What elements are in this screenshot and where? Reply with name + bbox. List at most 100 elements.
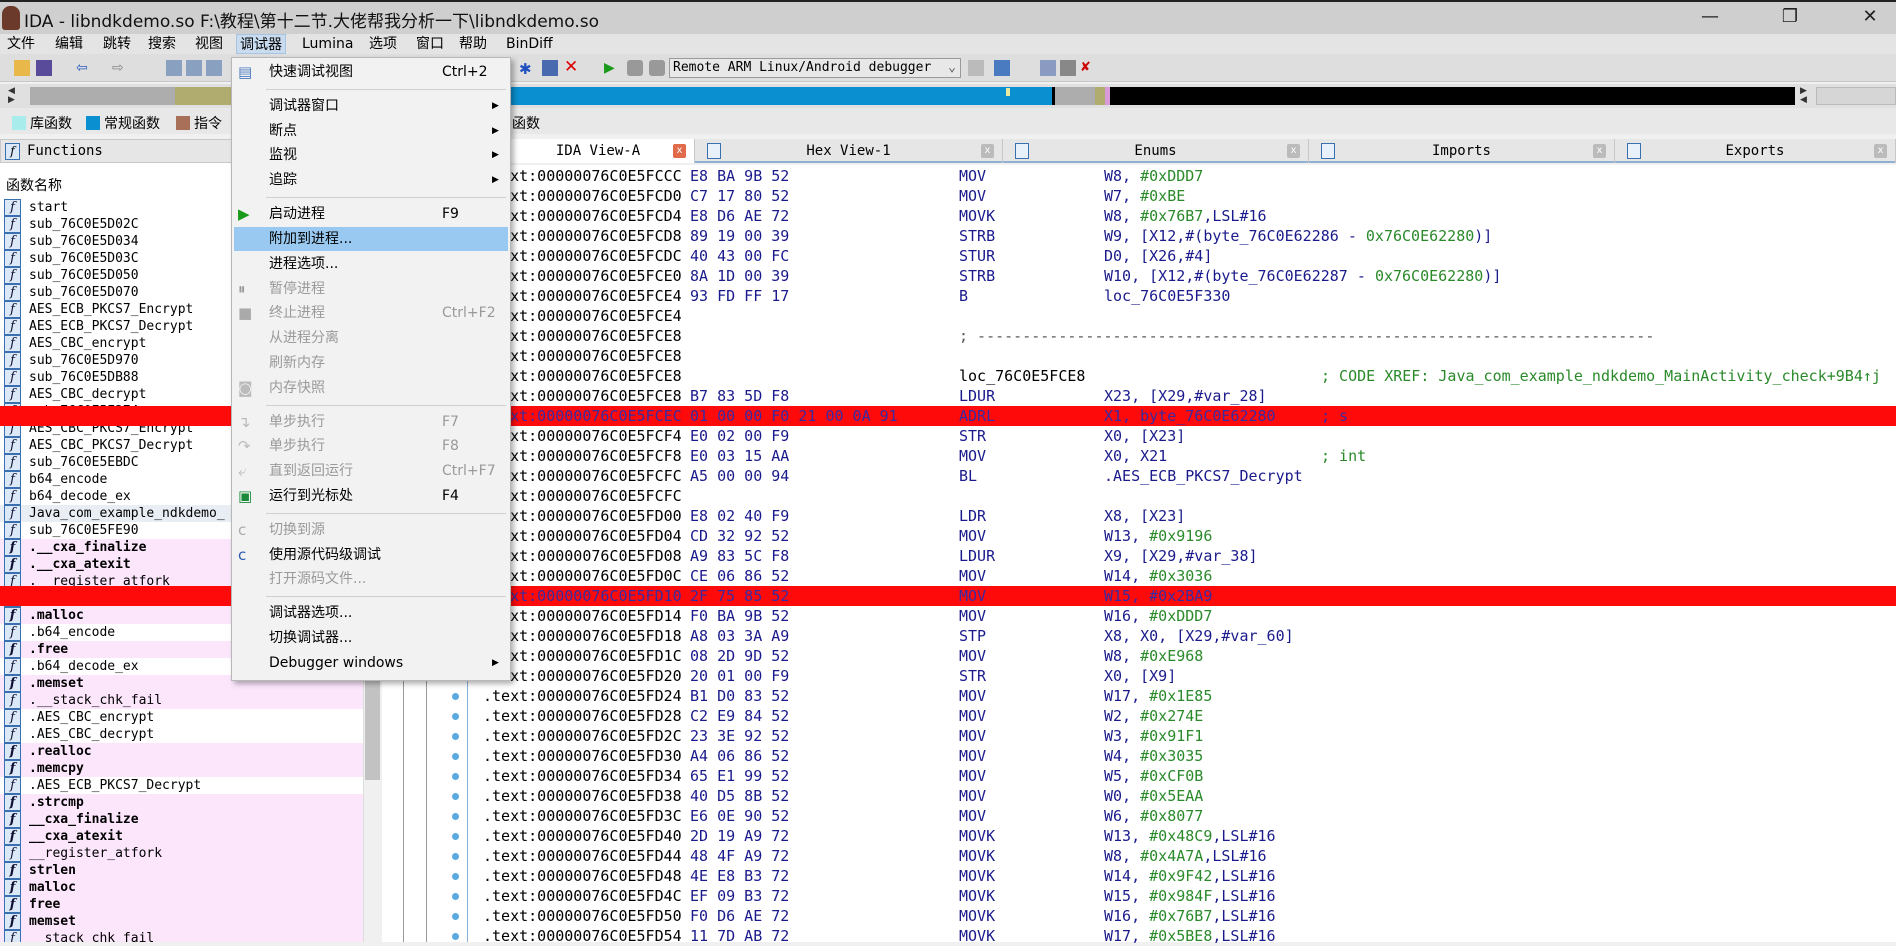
nav-right-arrows[interactable]: ▶ ◀ [1800,87,1810,105]
menu-9[interactable]: 帮助 [456,34,490,54]
code-line[interactable]: .text:00000076C0E5FD3C E6 0E 90 52 MOV W6, … [0,806,1896,826]
delete-icon[interactable]: ✕ [564,57,580,77]
tab-close-icon[interactable]: x [1287,144,1300,158]
binary-icon[interactable] [206,60,222,76]
address: .text:00000076C0E5FD44 [483,847,682,865]
debugger-menu-item[interactable]: 调试器选项... [234,601,508,625]
menu-0[interactable]: 文件 [4,34,38,54]
code-line[interactable]: .text:00000076C0E5FD54 11 7D AB 72 MOVK W17… [0,926,1896,946]
code-line[interactable]: .text:00000076C0E5FD50 F0 D6 AE 72 MOVK W16… [0,906,1896,926]
menu-6[interactable]: Lumina [299,34,356,54]
debugger-menu-item[interactable]: 监视 ▶ [234,143,508,167]
breakpoint-dot-icon[interactable] [452,773,459,780]
breakpoint-dot-icon[interactable] [452,693,459,700]
tab-hex-view-1[interactable]: Hex View-1 x [695,139,1003,163]
tab-enums[interactable]: Enums x [1003,139,1309,163]
code-line[interactable]: .text:00000076C0E5FD48 4E E8 B3 72 MOVK W14… [0,866,1896,886]
breakpoint-dot-icon[interactable] [452,873,459,880]
breakpoint-list-icon[interactable] [1040,60,1056,76]
stop-icon[interactable] [649,60,665,76]
restore-button[interactable]: ❐ [1770,6,1810,27]
text-icon[interactable] [186,60,202,76]
switch-to-source-icon[interactable] [968,60,984,76]
code-line[interactable]: .text:00000076C0E5FD38 40 D5 8B 52 MOV W0, … [0,786,1896,806]
breakpoint-dot-icon[interactable] [452,833,459,840]
menu-7[interactable]: 选项 [366,34,400,54]
add-breakpoint-icon[interactable]: ✱ [519,60,535,78]
remove-breakpoint-icon[interactable]: ✘ [1080,60,1096,76]
start-debug-icon[interactable]: ▶ [604,60,620,76]
code-line[interactable]: .text:00000076C0E5FD30 A4 06 86 52 MOV W4, … [0,746,1896,766]
menu-4[interactable]: 视图 [192,34,226,54]
breakpoint-icon[interactable] [1060,60,1076,76]
menu-item-shortcut: F7 [442,413,459,430]
menu-2[interactable]: 跳转 [100,34,134,54]
code-line[interactable]: .text:00000076C0E5FD44 48 4F A9 72 MOVK W8,… [0,846,1896,866]
breakpoint-dot-icon[interactable] [452,813,459,820]
menu-1[interactable]: 编辑 [52,34,86,54]
debugger-menu-item[interactable]: Debugger windows ▶ [234,651,508,675]
debugger-menu-item[interactable]: c 使用源代码级调试 [234,543,508,567]
debugger-menu-item[interactable]: 调试器窗口 ▶ [234,94,508,118]
debugger-select[interactable]: Remote ARM Linux/Android debugger ⌄ [669,58,961,78]
tab-ida-view-a[interactable]: IDA View-A x [502,139,695,163]
breakpoint-dot-icon[interactable] [452,853,459,860]
debugger-menu-item[interactable]: c 切换到源 [234,518,508,542]
breakpoint-dot-icon[interactable] [452,913,459,920]
tab-close-icon[interactable]: x [673,144,686,158]
code-line[interactable]: .text:00000076C0E5FD28 C2 E9 84 52 MOV W2, … [0,706,1896,726]
save-icon[interactable] [36,60,52,76]
close-button[interactable]: ✕ [1850,6,1890,27]
debugger-menu-item[interactable]: ⤶ 直到返回运行 Ctrl+F7 [234,459,508,483]
debugger-menu-item[interactable]: ▣ 运行到光标处 F4 [234,484,508,508]
debugger-menu-item[interactable]: ■ 终止进程 Ctrl+F2 [234,301,508,325]
debugger-menu-item[interactable]: 从进程分离 [234,326,508,350]
tab-close-icon[interactable]: x [981,144,994,158]
tab-exports[interactable]: Exports x [1615,139,1896,163]
debugger-menu-item[interactable]: 切换调试器... [234,626,508,650]
debugger-menu-item[interactable]: ↷ 单步执行 F8 [234,434,508,458]
breakpoint-dot-icon[interactable] [452,753,459,760]
menu-3[interactable]: 搜索 [145,34,179,54]
debugger-menu-item[interactable]: ◙ 内存快照 [234,376,508,400]
menu-item-label: 运行到光标处 [269,488,353,504]
breakpoint-dot-icon[interactable] [452,893,459,900]
minimize-button[interactable]: — [1690,6,1730,27]
code-line[interactable]: .text:00000076C0E5FD4C EF 09 B3 72 MOVK W15… [0,886,1896,906]
code-line[interactable]: .text:00000076C0E5FD34 65 E1 99 52 MOV W5, … [0,766,1896,786]
hex-icon[interactable] [166,60,182,76]
code-line[interactable]: .text:00000076C0E5FD24 B1 D0 83 52 MOV W17,… [0,686,1896,706]
opcode-bytes: 40 43 00 FC [690,247,790,265]
debugger-menu-item[interactable]: 附加到进程... [234,226,508,251]
debugger-menu-item[interactable]: ▶ 启动进程 F9 [234,202,508,226]
menu-8[interactable]: 窗口 [413,34,447,54]
menu-5[interactable]: 调试器 [236,34,286,54]
menu-item-label: 从进程分离 [269,330,339,347]
back-icon[interactable]: ⇦ [76,60,92,76]
debugger-menu-item[interactable]: 进程选项... [234,252,508,276]
edit-icon[interactable] [542,60,558,76]
nav-left-arrows[interactable]: ◀ ▶ [8,87,18,105]
code-line[interactable]: .text:00000076C0E5FD2C 23 3E 92 52 MOV W3, … [0,726,1896,746]
address: .text:00000076C0E5FCFC [483,487,682,505]
tab-close-icon[interactable]: x [1874,144,1887,158]
breakpoint-dot-icon[interactable] [452,733,459,740]
debugger-menu-item[interactable]: 打开源码文件... [234,567,508,591]
tab-imports[interactable]: Imports x [1309,139,1615,163]
breakpoint-dot-icon[interactable] [452,793,459,800]
source-level-debug-icon[interactable] [994,60,1010,76]
debugger-menu-item[interactable]: 断点 ▶ [234,119,508,143]
debugger-menu-item[interactable]: 刷新内存 [234,351,508,375]
tab-close-icon[interactable]: x [1593,144,1606,158]
forward-icon[interactable]: ⇨ [112,60,128,76]
open-file-icon[interactable] [14,60,30,76]
debugger-menu-item[interactable]: 追踪 ▶ [234,168,508,192]
breakpoint-dot-icon[interactable] [452,713,459,720]
code-line[interactable]: .text:00000076C0E5FD40 2D 19 A9 72 MOVK W13… [0,826,1896,846]
breakpoint-dot-icon[interactable] [452,933,459,940]
menu-10[interactable]: BinDiff [503,34,556,54]
debugger-menu-item[interactable]: ⏸ 暂停进程 [234,277,508,301]
debugger-menu-item[interactable]: ▤ 快速调试视图 Ctrl+2 [234,60,508,84]
pause-icon[interactable] [627,60,643,76]
debugger-menu-item[interactable]: ↴ 单步执行 F7 [234,410,508,434]
